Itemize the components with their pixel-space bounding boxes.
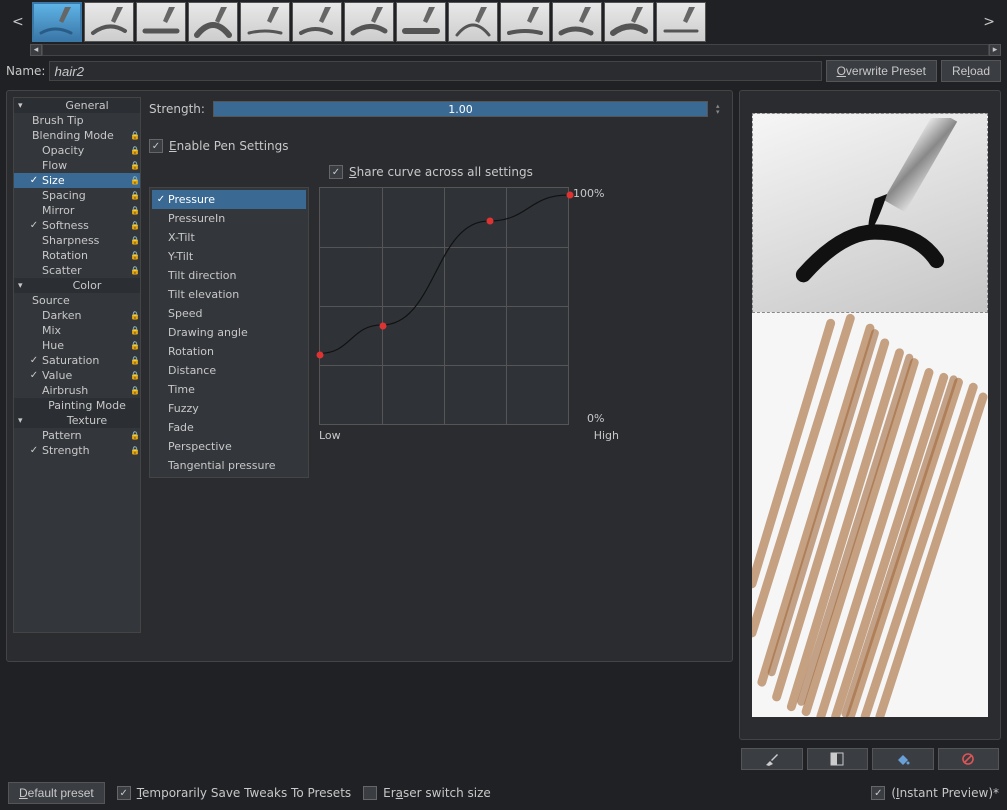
tree-item-saturation[interactable]: ✓Saturation🔒 (14, 353, 140, 368)
sensor-distance[interactable]: Distance (152, 361, 306, 380)
brush-scrollbar[interactable] (42, 44, 989, 56)
brush-thumb-12[interactable] (656, 2, 706, 42)
tree-item-flow[interactable]: Flow🔒 (14, 158, 140, 173)
curve-max-label: 100% (573, 187, 604, 200)
brush-thumb-11[interactable] (604, 2, 654, 42)
enable-pen-label: Enable Pen Settings (169, 139, 289, 153)
overwrite-preset-button[interactable]: Overwrite Preset (826, 60, 937, 82)
eraser-switch-label: Eraser switch size (383, 786, 491, 800)
tree-item-scatter[interactable]: Scatter🔒 (14, 263, 140, 278)
preset-name-label: Name: (6, 64, 45, 78)
tree-item-mix[interactable]: Mix🔒 (14, 323, 140, 338)
instant-preview-checkbox[interactable]: ✓ (871, 786, 885, 800)
strength-spinner[interactable]: ▴▾ (716, 103, 726, 115)
curve-node-1[interactable] (379, 323, 386, 330)
reload-button[interactable]: Reload (941, 60, 1001, 82)
brush-thumbnail-strip (32, 2, 976, 42)
tree-item-brush-tip[interactable]: Brush Tip (14, 113, 140, 128)
sensor-rotation[interactable]: Rotation (152, 342, 306, 361)
brush-thumb-2[interactable] (136, 2, 186, 42)
sensor-pressurein[interactable]: PressureIn (152, 209, 306, 228)
brush-preview-panel (739, 90, 1001, 740)
sensor-tilt-elevation[interactable]: Tilt elevation (152, 285, 306, 304)
sensor-fuzzy[interactable]: Fuzzy (152, 399, 306, 418)
tree-item-source[interactable]: Source (14, 293, 140, 308)
brush-thumb-6[interactable] (344, 2, 394, 42)
sensor-drawing-angle[interactable]: Drawing angle (152, 323, 306, 342)
brush-scroll-right[interactable]: ▸ (989, 44, 1001, 56)
overwrite-label: verwrite Preset (846, 64, 926, 78)
sensor-y-tilt[interactable]: Y-Tilt (152, 247, 306, 266)
preview-brush-button[interactable] (741, 748, 803, 770)
brush-tip-preview (752, 113, 988, 313)
property-tree[interactable]: ▾GeneralBrush TipBlending Mode🔒Opacity🔒F… (13, 97, 141, 633)
strength-value: 1.00 (448, 103, 473, 116)
settings-panel: ▾GeneralBrush TipBlending Mode🔒Opacity🔒F… (6, 90, 733, 662)
brush-thumb-0[interactable] (32, 2, 82, 42)
curve-min-label: 0% (573, 412, 604, 425)
tree-item-softness[interactable]: ✓Softness🔒 (14, 218, 140, 233)
share-curve-label: Share curve across all settings (349, 165, 533, 179)
brush-stroke-preview (752, 313, 988, 717)
share-curve-checkbox[interactable]: ✓ (329, 165, 343, 179)
sensor-pressure[interactable]: ✓Pressure (152, 190, 306, 209)
curve-node-3[interactable] (567, 192, 574, 199)
brush-scroll-left[interactable]: ◂ (30, 44, 42, 56)
curve-low-label: Low (319, 429, 341, 442)
preview-contrast-button[interactable] (807, 748, 869, 770)
sensor-tangential-pressure[interactable]: Tangential pressure (152, 456, 306, 475)
tree-item-airbrush[interactable]: Airbrush🔒 (14, 383, 140, 398)
tree-item-size[interactable]: ✓Size🔒 (14, 173, 140, 188)
tree-group-general[interactable]: ▾General (14, 98, 140, 113)
curve-node-2[interactable] (487, 218, 494, 225)
curve-high-label: High (594, 429, 619, 442)
tree-item-sharpness[interactable]: Sharpness🔒 (14, 233, 140, 248)
tree-item-mirror[interactable]: Mirror🔒 (14, 203, 140, 218)
preview-fill-button[interactable] (872, 748, 934, 770)
tree-item-blending-mode[interactable]: Blending Mode🔒 (14, 128, 140, 143)
tree-item-opacity[interactable]: Opacity🔒 (14, 143, 140, 158)
strength-slider[interactable]: 1.00 (213, 101, 708, 117)
tree-group-painting-mode[interactable]: Painting Mode (14, 398, 140, 413)
temp-save-label: Temporarily Save Tweaks To Presets (137, 786, 351, 800)
brush-thumb-3[interactable] (188, 2, 238, 42)
enable-pen-checkbox[interactable]: ✓ (149, 139, 163, 153)
sensor-tilt-direction[interactable]: Tilt direction (152, 266, 306, 285)
sensor-x-tilt[interactable]: X-Tilt (152, 228, 306, 247)
tree-item-strength[interactable]: ✓Strength🔒 (14, 443, 140, 458)
tree-item-darken[interactable]: Darken🔒 (14, 308, 140, 323)
strength-label: Strength: (149, 102, 205, 116)
brush-thumb-4[interactable] (240, 2, 290, 42)
default-preset-button[interactable]: Default preset (8, 782, 105, 804)
eraser-switch-checkbox[interactable] (363, 786, 377, 800)
instant-preview-label: (Instant Preview)* (891, 786, 999, 800)
tree-item-rotation[interactable]: Rotation🔒 (14, 248, 140, 263)
sensor-input-list[interactable]: ✓PressurePressureInX-TiltY-TiltTilt dire… (149, 187, 309, 478)
preset-name-input[interactable] (49, 61, 821, 81)
brush-strip-next[interactable]: > (977, 14, 1001, 30)
brush-strip-prev[interactable]: < (6, 14, 30, 30)
tree-item-pattern[interactable]: Pattern🔒 (14, 428, 140, 443)
curve-node-0[interactable] (317, 351, 324, 358)
tree-group-color[interactable]: ▾Color (14, 278, 140, 293)
sensor-time[interactable]: Time (152, 380, 306, 399)
sensor-fade[interactable]: Fade (152, 418, 306, 437)
tree-group-texture[interactable]: ▾Texture (14, 413, 140, 428)
response-curve-editor[interactable] (319, 187, 569, 425)
sensor-speed[interactable]: Speed (152, 304, 306, 323)
brush-thumb-10[interactable] (552, 2, 602, 42)
tree-item-spacing[interactable]: Spacing🔒 (14, 188, 140, 203)
sensor-perspective[interactable]: Perspective (152, 437, 306, 456)
temp-save-checkbox[interactable]: ✓ (117, 786, 131, 800)
brush-thumb-7[interactable] (396, 2, 446, 42)
brush-thumb-8[interactable] (448, 2, 498, 42)
preview-clear-button[interactable] (938, 748, 1000, 770)
brush-thumb-5[interactable] (292, 2, 342, 42)
brush-thumb-1[interactable] (84, 2, 134, 42)
tree-item-hue[interactable]: Hue🔒 (14, 338, 140, 353)
brush-thumb-9[interactable] (500, 2, 550, 42)
tree-item-value[interactable]: ✓Value🔒 (14, 368, 140, 383)
